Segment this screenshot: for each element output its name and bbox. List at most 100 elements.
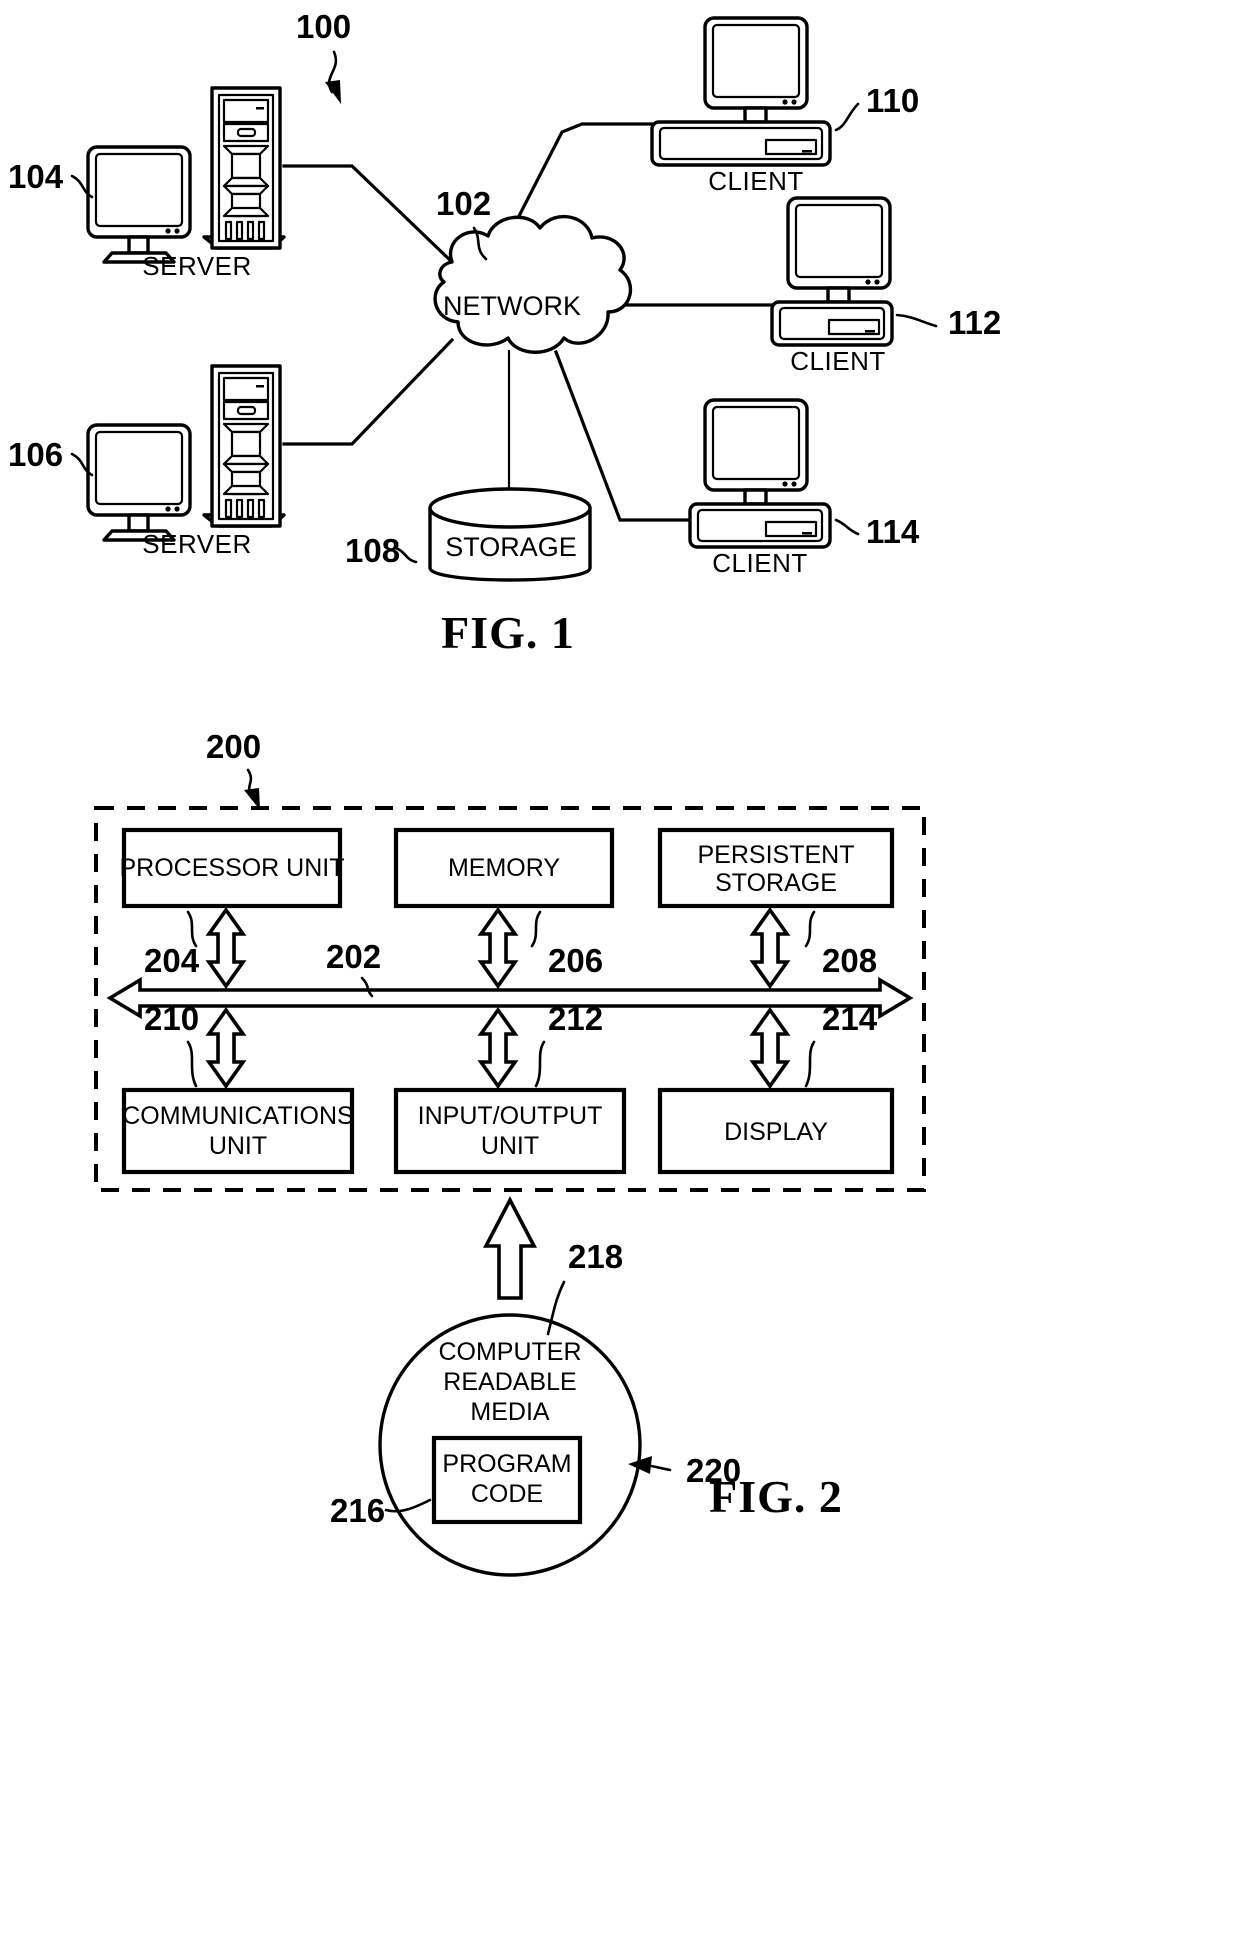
computer-readable-media-218[interactable]: COMPUTER READABLE MEDIA 218 PROGRAM CODE… [330,1238,741,1577]
ref-112: 112 [948,304,1001,341]
ref-202: 202 [326,938,381,975]
client-112-led-2 [874,279,880,285]
server-106-panel-end [222,484,270,496]
client-112-drive-slot [865,330,875,333]
ref-112-leader [895,313,938,328]
client-114[interactable]: CLIENT 114 [688,398,920,578]
ref-100-arrowhead [325,80,341,104]
client-110-led-2 [791,99,797,105]
client-114-led [782,481,788,487]
ref-106: 106 [8,436,63,473]
server-106-panel-low [222,462,270,474]
client-114-led-2 [791,481,797,487]
ref-212-leader [534,1040,546,1088]
client-114-monitor-neck [743,488,768,506]
client-110-drive-slot [802,150,812,153]
ref-104: 104 [8,158,64,195]
ref-216: 216 [330,1492,385,1529]
link-server106-network [282,337,455,446]
ref-114: 114 [866,513,920,550]
bus-double-arrow [106,976,914,1020]
server-104-drive-button [236,127,257,138]
server-104-panel-join [222,176,270,188]
ref-108: 108 [345,532,400,569]
fig2-system-ref: 200 [206,728,261,810]
fig1-system-ref: 100 [296,8,351,104]
server-104-panel-top [222,144,270,156]
arrow-processor-to-bus [205,906,247,990]
server-104-panel-mid [230,152,262,180]
client-112-screen [794,203,884,279]
server-106-panel-mid [230,430,262,458]
ref-218: 218 [568,1238,623,1275]
ref-206: 206 [548,942,603,979]
ref-214: 214 [822,1000,878,1037]
ref-100: 100 [296,8,351,45]
input-output-unit-label-line2: UNIT [481,1132,539,1160]
ref-210-leader [186,1040,198,1088]
link-server104-network [282,164,455,265]
arrow-bus-to-communications [205,1006,247,1090]
ref-208: 208 [822,942,877,979]
figure-1-caption: FIG. 1 [441,607,575,658]
server-106-drive-button [236,405,257,416]
display-label: DISPLAY [724,1118,828,1146]
server-106-caption: SERVER [142,529,251,559]
server-106[interactable]: SERVER 106 [8,364,286,559]
program-code-216[interactable]: PROGRAM CODE 216 [330,1435,583,1529]
network-cloud-102[interactable]: NETWORK 102 [433,185,633,354]
arrow-bus-to-io [477,1006,519,1090]
storage-108[interactable]: STORAGE 108 [345,487,592,582]
figure-2-caption: FIG. 2 [709,1471,843,1522]
ref-204: 204 [144,942,200,979]
server-104-led-2 [174,228,180,234]
ref-208-leader [804,910,816,948]
memory-label: MEMORY [448,854,560,882]
client-110[interactable]: CLIENT 110 [650,16,919,196]
ref-210: 210 [144,1000,199,1037]
server-106-drive-bay-1 [222,376,270,402]
client-114-caption: CLIENT [712,548,807,578]
client-110-monitor-neck [743,106,768,124]
communications-unit-label-line2: UNIT [209,1132,267,1160]
arrow-persistent-to-bus [749,906,791,990]
media-to-system-arrow [483,1196,537,1300]
figure-2: 200 PROCESSOR UNIT 204 MEMORY 206 PERSIS… [94,728,926,1577]
server-104-screen [94,152,184,228]
ref-206-leader [530,910,542,948]
ref-204-leader [186,910,198,948]
ref-110: 110 [866,82,919,119]
ref-200: 200 [206,728,261,765]
figure-1: 100 SERVER 104 SERVER 106 NETWORK 102 ST… [8,8,1001,658]
ref-102: 102 [436,185,491,222]
server-104-panel-low [222,184,270,196]
cloud-shape [433,214,633,354]
program-code-label-line2: CODE [471,1480,543,1508]
arrow-memory-to-bus [477,906,519,990]
server-104-panel-end [222,206,270,218]
client-110-caption: CLIENT [708,166,803,196]
server-104-drive-bay-1 [222,98,270,124]
ref-214-leader [804,1040,816,1088]
client-112-monitor-neck [826,286,851,304]
server-104-caption: SERVER [142,251,251,281]
arrow-bus-to-display [749,1006,791,1090]
persistent-storage-label-line2: STORAGE [715,869,837,897]
communications-unit-label-line1: COMMUNICATIONS [122,1102,353,1130]
server-106-screen [94,430,184,506]
media-label-line3: MEDIA [470,1398,550,1426]
server-106-drive-slot [256,385,264,388]
server-104-led [165,228,171,234]
server-104[interactable]: SERVER 104 [8,86,286,281]
server-106-led-2 [174,506,180,512]
storage-label: STORAGE [445,532,577,562]
client-112[interactable]: CLIENT 112 [770,196,1001,376]
ref-110-leader [834,102,860,132]
program-load-arrow [483,1196,537,1300]
ref-212: 212 [548,1000,603,1037]
server-104-drive-slot [256,107,264,110]
client-110-led [782,99,788,105]
media-label-line2: READABLE [443,1368,576,1396]
link-client114-network [553,349,692,522]
ref-114-leader [834,518,860,536]
